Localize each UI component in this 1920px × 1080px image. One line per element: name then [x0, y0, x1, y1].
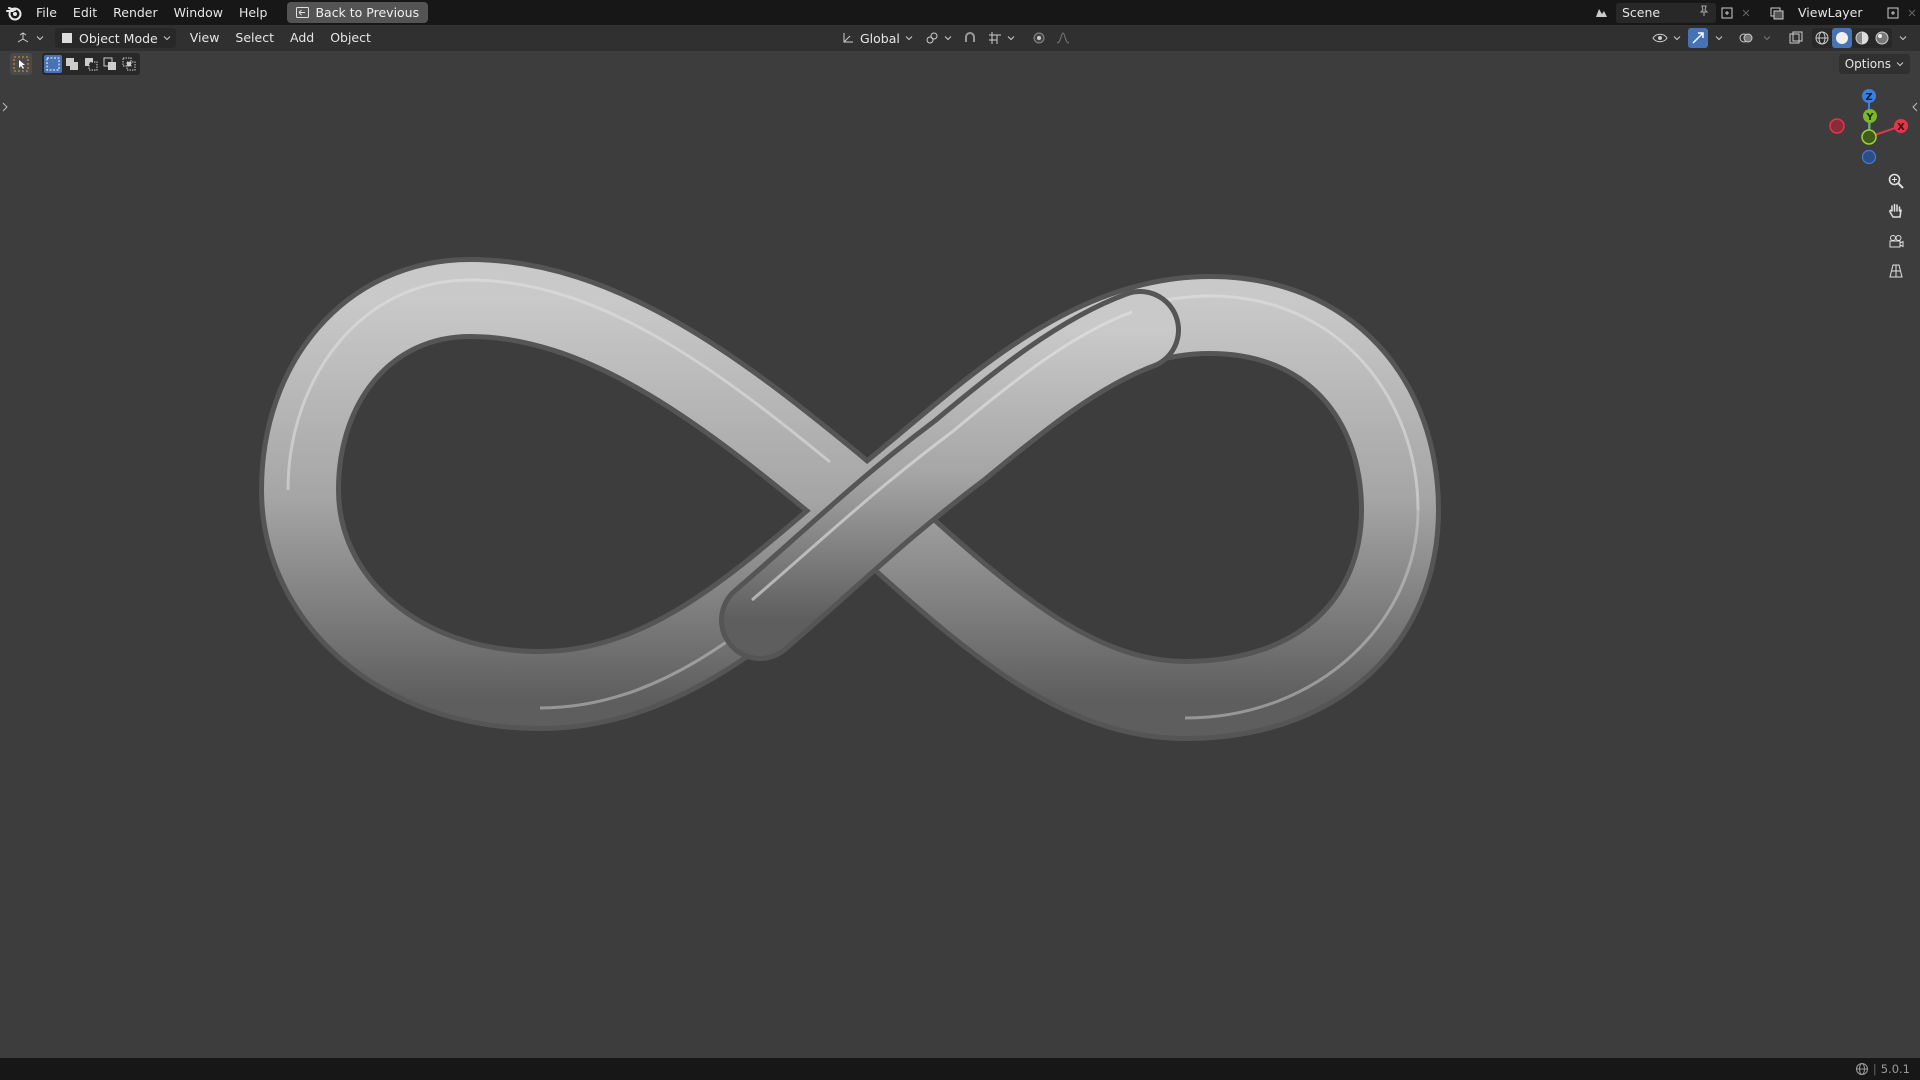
infinity-mesh-object[interactable]: [259, 257, 1441, 741]
select-intersect-icon[interactable]: [120, 55, 138, 73]
back-to-previous-button[interactable]: Back to Previous: [287, 2, 429, 23]
perspective-toggle-icon[interactable]: [1882, 257, 1910, 285]
scene-selector-icon[interactable]: [1586, 3, 1616, 23]
3d-viewport-icon: [17, 32, 29, 43]
view-layer-name: ViewLayer: [1798, 5, 1863, 20]
view-layer-name-field[interactable]: ViewLayer: [1792, 3, 1882, 23]
object-mode-icon: [62, 33, 72, 43]
chevron-down-icon: [1673, 36, 1681, 41]
viewport-header: Object Mode View Select Add Object Globa…: [0, 25, 1920, 51]
top-menu-bar: File Edit Render Window Help Back to Pre…: [0, 0, 1920, 25]
menu-render[interactable]: Render: [105, 0, 166, 25]
gizmo-options-dropdown[interactable]: [1710, 28, 1728, 48]
snap-target-dropdown[interactable]: [983, 28, 1020, 48]
options-dropdown[interactable]: Options: [1838, 54, 1910, 74]
viewport-canvas[interactable]: [0, 0, 1920, 1080]
chevron-down-icon: [1715, 36, 1723, 41]
options-label: Options: [1844, 57, 1891, 71]
scene-name: Scene: [1622, 5, 1661, 20]
scene-name-field[interactable]: Scene: [1616, 2, 1716, 23]
orientation-icon: [843, 33, 853, 43]
toolbar-expand-icon[interactable]: [0, 100, 10, 114]
overlays-toggle-icon[interactable]: [1736, 28, 1756, 48]
gizmo-z-label: Z: [1865, 92, 1872, 103]
solid-shading-icon[interactable]: [1832, 28, 1852, 48]
menu-select[interactable]: Select: [227, 25, 282, 51]
object-mode-dropdown[interactable]: Object Mode: [55, 28, 176, 48]
chevron-down-icon: [1763, 36, 1771, 41]
shading-options-dropdown[interactable]: [1894, 28, 1912, 48]
menu-view[interactable]: View: [182, 25, 228, 51]
overlays-options-dropdown[interactable]: [1758, 28, 1776, 48]
pivot-icon: [926, 32, 938, 44]
back-button-label: Back to Previous: [315, 5, 420, 20]
selection-mode-group: [42, 53, 140, 75]
navigation-gizmo[interactable]: Z Y X: [1820, 84, 1920, 174]
eye-icon: [1652, 33, 1668, 43]
viewport-shading-group: [1812, 28, 1892, 48]
visibility-dropdown[interactable]: [1647, 28, 1686, 48]
select-subtract-icon[interactable]: [82, 55, 100, 73]
view-layer-icon[interactable]: [1762, 3, 1792, 23]
rendered-shading-icon[interactable]: [1872, 28, 1892, 48]
camera-view-icon[interactable]: [1882, 227, 1910, 255]
wireframe-shading-icon[interactable]: [1812, 28, 1832, 48]
gizmo-x-label: X: [1897, 122, 1905, 133]
status-separator: |: [1872, 1062, 1877, 1076]
network-globe-icon[interactable]: [1855, 1062, 1869, 1076]
status-bar: | 5.0.1: [0, 1058, 1920, 1080]
chevron-down-icon: [944, 36, 952, 41]
zoom-icon[interactable]: [1882, 167, 1910, 195]
new-scene-icon[interactable]: [1716, 3, 1738, 23]
snap-toggle-icon[interactable]: [959, 28, 981, 48]
chevron-down-icon: [905, 36, 913, 41]
object-mode-label: Object Mode: [79, 30, 158, 46]
chevron-down-icon: [1896, 62, 1904, 67]
delete-scene-icon[interactable]: [1738, 3, 1754, 23]
menu-edit[interactable]: Edit: [65, 0, 105, 25]
pin-icon[interactable]: [1698, 5, 1710, 20]
menu-object[interactable]: Object: [322, 25, 379, 51]
editor-type-dropdown[interactable]: [10, 28, 49, 48]
menu-file[interactable]: File: [28, 0, 65, 25]
gizmo-neg-y-icon[interactable]: [1861, 129, 1877, 145]
menu-add[interactable]: Add: [282, 25, 322, 51]
new-view-layer-icon[interactable]: [1882, 3, 1904, 23]
falloff-curve-icon[interactable]: [1052, 28, 1074, 48]
menu-window[interactable]: Window: [166, 0, 231, 25]
chevron-down-icon: [1007, 36, 1015, 41]
chevron-down-icon: [1899, 36, 1907, 41]
material-preview-shading-icon[interactable]: [1852, 28, 1872, 48]
chevron-down-icon: [163, 36, 171, 41]
snap-increment-icon: [988, 32, 1001, 44]
gizmo-neg-x-icon[interactable]: [1829, 118, 1845, 134]
select-extend-icon[interactable]: [63, 55, 81, 73]
delete-view-layer-icon[interactable]: [1904, 3, 1920, 23]
select-invert-icon[interactable]: [101, 55, 119, 73]
back-icon: [296, 7, 310, 18]
transform-orientation-label: Global: [860, 30, 900, 46]
gizmo-neg-z-icon[interactable]: [1861, 149, 1877, 165]
gizmo-toggle-icon[interactable]: [1688, 28, 1708, 48]
blender-logo-icon[interactable]: [0, 0, 28, 25]
tool-header: [10, 52, 140, 76]
select-cursor-icon: [13, 56, 29, 72]
proportional-editing-icon[interactable]: [1028, 28, 1050, 48]
pivot-point-dropdown[interactable]: [920, 28, 957, 48]
menu-help[interactable]: Help: [231, 0, 276, 25]
gizmo-y-label: Y: [1865, 112, 1874, 123]
active-tool-button[interactable]: [10, 53, 32, 75]
transform-orientation-dropdown[interactable]: Global: [836, 28, 918, 48]
blender-version: 5.0.1: [1880, 1062, 1910, 1076]
chevron-down-icon: [36, 36, 44, 41]
select-new-icon[interactable]: [44, 55, 62, 73]
xray-toggle-icon[interactable]: [1786, 28, 1806, 48]
pan-hand-icon[interactable]: [1882, 197, 1910, 225]
